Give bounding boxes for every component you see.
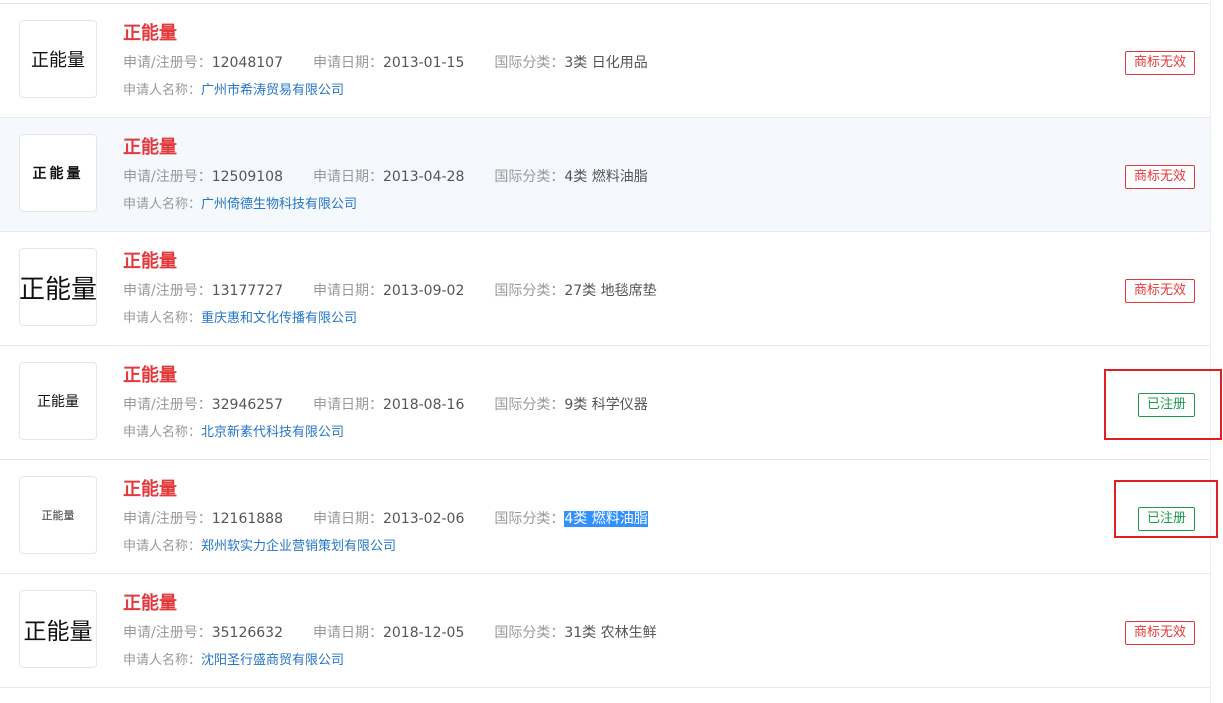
applicant-label: 申请人名称： <box>123 539 202 554</box>
class-name: 地毯席垫 <box>600 283 657 299</box>
class-name: 科学仪器 <box>591 397 648 413</box>
applicant-label: 申请人名称： <box>123 653 202 668</box>
trademark-logo-text: 正能量 <box>37 394 79 410</box>
date-label: 申请日期： <box>312 283 383 299</box>
list-item[interactable]: 正能量 正能量 申请/注册号：35126632 申请日期：2018-12-05 国际… <box>0 574 1210 688</box>
annotation-box <box>1114 480 1218 538</box>
date-value: 2013-02-06 <box>382 511 465 527</box>
class-name: 燃料油脂 <box>591 511 648 527</box>
applicant-line: 申请人名称：重庆惠和文化传播有限公司 <box>123 309 357 329</box>
applicant-link[interactable]: 沈阳圣行盛商贸有限公司 <box>201 653 344 668</box>
trademark-meta: 申请/注册号：12509108 申请日期：2013-04-28 国际分类：4类 燃料… <box>123 167 648 187</box>
applicant-link[interactable]: 北京新素代科技有限公司 <box>201 425 344 440</box>
trademark-logo-image[interactable]: 正能量 <box>19 134 97 212</box>
status-badge[interactable]: 商标无效 <box>1124 51 1195 75</box>
reg-no-label: 申请/注册号： <box>123 625 212 641</box>
trademark-logo-text: 正能量 <box>19 274 98 305</box>
class-number: 4类 <box>564 511 588 527</box>
reg-no-label: 申请/注册号： <box>123 511 212 527</box>
reg-no-value: 12509108 <box>211 169 283 185</box>
date-label: 申请日期： <box>312 397 383 413</box>
reg-no-label: 申请/注册号： <box>123 55 212 71</box>
date-label: 申请日期： <box>312 511 383 527</box>
trademark-meta: 申请/注册号：12161888 申请日期：2013-02-06 国际分类：4类 燃料… <box>123 509 648 529</box>
applicant-line: 申请人名称：郑州软实力企业营销策划有限公司 <box>123 537 396 557</box>
trademark-title[interactable]: 正能量 <box>123 364 177 388</box>
list-item[interactable]: 正能量 正能量 申请/注册号：12048107 申请日期：2013-01-15 国际… <box>0 4 1210 118</box>
class-number: 27类 <box>564 283 597 299</box>
trademark-title[interactable]: 正能量 <box>123 136 177 160</box>
trademark-title[interactable]: 正能量 <box>123 250 177 274</box>
reg-no-label: 申请/注册号： <box>123 283 212 299</box>
applicant-link[interactable]: 广州倚德生物科技有限公司 <box>201 197 357 212</box>
status-badge[interactable]: 商标无效 <box>1124 621 1195 645</box>
applicant-label: 申请人名称： <box>123 311 202 326</box>
status-badge[interactable]: 商标无效 <box>1124 165 1195 189</box>
applicant-label: 申请人名称： <box>123 197 202 212</box>
class-label: 国际分类： <box>494 397 565 413</box>
applicant-line: 申请人名称：广州倚德生物科技有限公司 <box>123 195 357 215</box>
class-label: 国际分类： <box>494 283 565 299</box>
applicant-label: 申请人名称： <box>123 83 202 98</box>
reg-no-value: 32946257 <box>211 397 283 413</box>
reg-no-label: 申请/注册号： <box>123 169 212 185</box>
date-value: 2018-08-16 <box>382 397 465 413</box>
class-number: 4类 <box>564 169 588 185</box>
date-value: 2018-12-05 <box>382 625 465 641</box>
applicant-link[interactable]: 广州市希涛贸易有限公司 <box>201 83 344 98</box>
list-item[interactable]: 正能量 正能量 申请/注册号：13177727 申请日期：2013-09-02 国际… <box>0 232 1210 346</box>
trademark-meta: 申请/注册号：32946257 申请日期：2018-08-16 国际分类：9类 科学… <box>123 395 648 415</box>
scrollbar-track[interactable] <box>1210 0 1211 703</box>
trademark-logo-image[interactable]: 正能量 <box>19 248 97 326</box>
date-value: 2013-09-02 <box>382 283 465 299</box>
applicant-line: 申请人名称：北京新素代科技有限公司 <box>123 423 344 443</box>
applicant-link[interactable]: 重庆惠和文化传播有限公司 <box>201 311 357 326</box>
class-number: 3类 <box>564 55 588 71</box>
reg-no-value: 35126632 <box>211 625 283 641</box>
date-label: 申请日期： <box>312 625 383 641</box>
trademark-title[interactable]: 正能量 <box>123 478 177 502</box>
trademark-logo-text: 正能量 <box>32 166 84 182</box>
class-number: 9类 <box>564 397 588 413</box>
class-label: 国际分类： <box>494 55 565 71</box>
trademark-title[interactable]: 正能量 <box>123 592 177 616</box>
date-label: 申请日期： <box>312 169 383 185</box>
trademark-logo-text: 正能量 <box>41 509 75 522</box>
trademark-logo-text: 正能量 <box>31 50 85 71</box>
date-value: 2013-01-15 <box>382 55 465 71</box>
trademark-logo-text: 正能量 <box>23 619 93 645</box>
applicant-line: 申请人名称：沈阳圣行盛商贸有限公司 <box>123 651 344 671</box>
class-label: 国际分类： <box>494 511 565 527</box>
list-item[interactable]: 正能量 正能量 申请/注册号：32946257 申请日期：2018-08-16 国际… <box>0 346 1210 460</box>
class-number: 31类 <box>564 625 597 641</box>
trademark-logo-image[interactable]: 正能量 <box>19 362 97 440</box>
reg-no-label: 申请/注册号： <box>123 397 212 413</box>
date-value: 2013-04-28 <box>382 169 465 185</box>
trademark-meta: 申请/注册号：35126632 申请日期：2018-12-05 国际分类：31类 农… <box>123 623 657 643</box>
class-name: 燃料油脂 <box>591 169 648 185</box>
trademark-title[interactable]: 正能量 <box>123 22 177 46</box>
trademark-meta: 申请/注册号：12048107 申请日期：2013-01-15 国际分类：3类 日化… <box>123 53 648 73</box>
class-label: 国际分类： <box>494 169 565 185</box>
trademark-meta: 申请/注册号：13177727 申请日期：2013-09-02 国际分类：27类 地… <box>123 281 657 301</box>
trademark-logo-image[interactable]: 正能量 <box>19 476 97 554</box>
class-name: 农林生鲜 <box>600 625 657 641</box>
reg-no-value: 12048107 <box>211 55 283 71</box>
trademark-logo-image[interactable]: 正能量 <box>19 20 97 98</box>
list-item[interactable]: 正能量 正能量 申请/注册号：12509108 申请日期：2013-04-28 国际… <box>0 118 1210 232</box>
trademark-logo-image[interactable]: 正能量 <box>19 590 97 668</box>
applicant-label: 申请人名称： <box>123 425 202 440</box>
annotation-box <box>1104 369 1222 440</box>
date-label: 申请日期： <box>312 55 383 71</box>
reg-no-value: 12161888 <box>211 511 283 527</box>
class-name: 日化用品 <box>591 55 648 71</box>
class-label: 国际分类： <box>494 625 565 641</box>
applicant-line: 申请人名称：广州市希涛贸易有限公司 <box>123 81 344 101</box>
class-selection-highlight: 4类 燃料油脂 <box>564 511 648 527</box>
reg-no-value: 13177727 <box>211 283 283 299</box>
applicant-link[interactable]: 郑州软实力企业营销策划有限公司 <box>201 539 396 554</box>
status-badge[interactable]: 商标无效 <box>1124 279 1195 303</box>
list-item[interactable]: 正能量 正能量 申请/注册号：12161888 申请日期：2013-02-06 国际… <box>0 460 1210 574</box>
